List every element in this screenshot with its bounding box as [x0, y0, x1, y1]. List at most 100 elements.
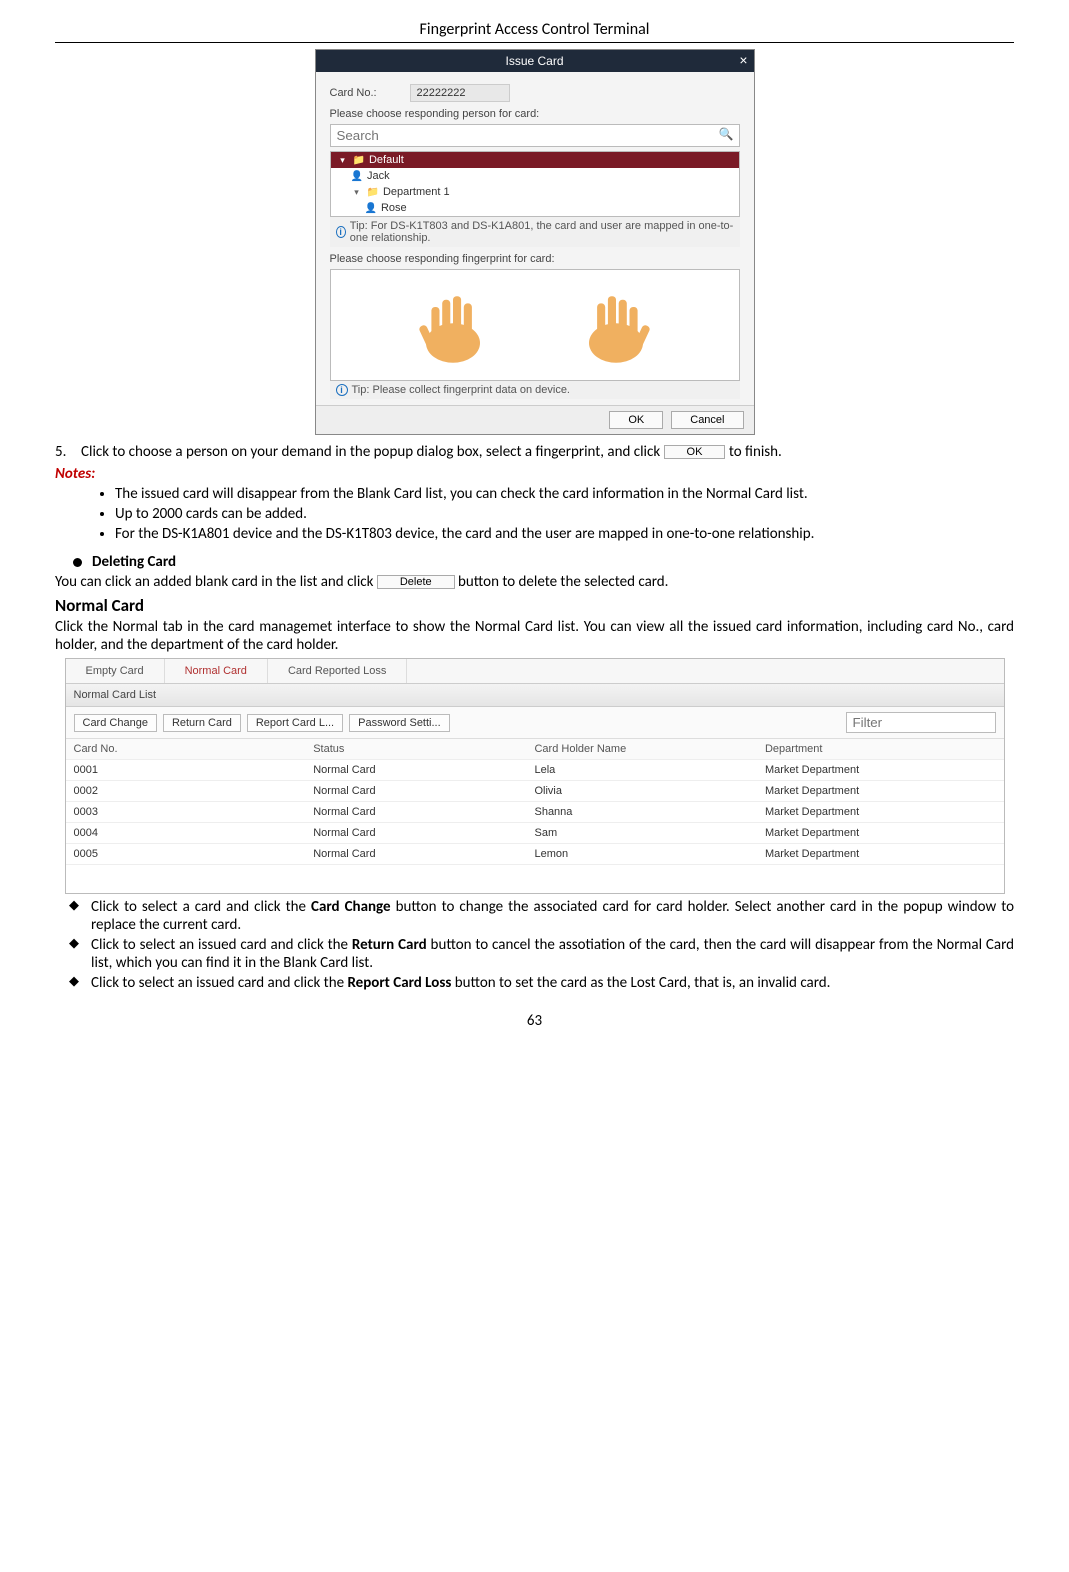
- cardno-value: 22222222: [410, 84, 510, 102]
- filter-input[interactable]: [846, 712, 996, 733]
- left-hand-icon[interactable]: [408, 280, 498, 370]
- page: Fingerprint Access Control Terminal Issu…: [0, 0, 1069, 1050]
- table-row[interactable]: 0003 Normal Card Shanna Market Departmen…: [66, 802, 1004, 823]
- tree-node-default[interactable]: ▾ Default: [331, 152, 739, 168]
- list-item: Up to 2000 cards can be added.: [115, 505, 1014, 523]
- report-card-loss-button[interactable]: Report Card L...: [247, 714, 343, 732]
- info-icon: i: [336, 384, 348, 396]
- col-card-no: Card No.: [74, 743, 314, 755]
- tip-text: Tip: Please collect fingerprint data on …: [352, 384, 571, 396]
- normal-card-para: Click the Normal tab in the card managem…: [55, 618, 1014, 654]
- cell: Market Department: [765, 848, 996, 860]
- folder-icon: [353, 154, 365, 166]
- tree-node-jack[interactable]: Jack: [331, 168, 739, 184]
- para-text: button to delete the selected card.: [455, 573, 669, 591]
- cell: Olivia: [534, 785, 765, 797]
- tree-node-dept1[interactable]: ▾ Department 1: [331, 184, 739, 200]
- table-toolbar: Card Change Return Card Report Card L...…: [66, 707, 1004, 739]
- text: Click to select a card and click the: [91, 898, 311, 916]
- choose-fp-label: Please choose responding fingerprint for…: [330, 253, 740, 265]
- table-blank-space: [66, 865, 1004, 893]
- col-holder: Card Holder Name: [534, 743, 765, 755]
- cell: Market Department: [765, 764, 996, 776]
- bullet-icon: [73, 558, 82, 567]
- notes-list: The issued card will disappear from the …: [55, 485, 1014, 543]
- tree-label: Rose: [381, 202, 407, 214]
- tab-reported-loss[interactable]: Card Reported Loss: [268, 659, 407, 683]
- cell: 0005: [74, 848, 314, 860]
- info-icon: i: [336, 226, 346, 238]
- bold: Card Change: [311, 898, 391, 916]
- cell: Market Department: [765, 785, 996, 797]
- text: Click to select an issued card and click…: [91, 974, 347, 992]
- cell: Market Department: [765, 806, 996, 818]
- collapse-icon[interactable]: ▾: [351, 187, 363, 198]
- cell: Normal Card: [313, 764, 534, 776]
- choose-person-label: Please choose responding person for card…: [330, 108, 740, 120]
- search-input[interactable]: [330, 124, 740, 147]
- table-row[interactable]: 0005 Normal Card Lemon Market Department: [66, 844, 1004, 865]
- cell: Normal Card: [313, 785, 534, 797]
- tree-label: Department 1: [383, 186, 450, 198]
- tab-normal-card[interactable]: Normal Card: [165, 659, 268, 683]
- cell: 0004: [74, 827, 314, 839]
- right-hand-icon[interactable]: [571, 280, 661, 370]
- cell: Sam: [534, 827, 765, 839]
- normal-card-table-figure: Empty Card Normal Card Card Reported Los…: [65, 658, 1005, 894]
- text: Click to select an issued card and click…: [91, 936, 352, 954]
- ok-button[interactable]: OK: [609, 411, 663, 429]
- heading-text: Deleting Card: [92, 553, 176, 571]
- col-status: Status: [313, 743, 534, 755]
- card-change-button[interactable]: Card Change: [74, 714, 157, 732]
- normal-card-heading: Normal Card: [55, 595, 1014, 616]
- cell: Normal Card: [313, 848, 534, 860]
- para-text: You can click an added blank card in the…: [55, 573, 377, 591]
- list-item: The issued card will disappear from the …: [115, 485, 1014, 503]
- table-row[interactable]: 0004 Normal Card Sam Market Department: [66, 823, 1004, 844]
- list-item: Click to select an issued card and click…: [91, 936, 1014, 972]
- close-icon[interactable]: ×: [739, 52, 747, 68]
- step-text: Click to choose a person on your demand …: [81, 443, 664, 461]
- card-tabs: Empty Card Normal Card Card Reported Los…: [66, 659, 1004, 684]
- step-5: 5.Click to choose a person on your deman…: [55, 443, 1014, 461]
- dialog-titlebar: Issue Card ×: [316, 50, 754, 72]
- tip-text: Tip: For DS-K1T803 and DS-K1A801, the ca…: [350, 220, 734, 244]
- page-header: Fingerprint Access Control Terminal: [55, 20, 1014, 43]
- table-row[interactable]: 0001 Normal Card Lela Market Department: [66, 760, 1004, 781]
- page-number: 63: [55, 1012, 1014, 1030]
- col-department: Department: [765, 743, 996, 755]
- cell: Lemon: [534, 848, 765, 860]
- collapse-icon[interactable]: ▾: [337, 155, 349, 166]
- cell: Lela: [534, 764, 765, 776]
- password-settings-button[interactable]: Password Setti...: [349, 714, 450, 732]
- tree-node-rose[interactable]: Rose: [331, 200, 739, 216]
- dialog-title: Issue Card: [505, 54, 563, 68]
- cancel-button[interactable]: Cancel: [671, 411, 743, 429]
- list-header: Normal Card List: [66, 684, 1004, 707]
- cell: Normal Card: [313, 806, 534, 818]
- list-item: Click to select an issued card and click…: [91, 974, 1014, 992]
- fingerprint-panel: [330, 269, 740, 381]
- deleting-card-para: You can click an added blank card in the…: [55, 573, 1014, 591]
- diamond-list: Click to select a card and click the Car…: [55, 898, 1014, 992]
- dialog-footer: OK Cancel: [316, 405, 754, 434]
- delete-button-inline: Delete: [377, 575, 455, 589]
- folder-icon: [367, 186, 379, 198]
- return-card-button[interactable]: Return Card: [163, 714, 241, 732]
- deleting-card-heading: Deleting Card: [73, 553, 1014, 571]
- issue-card-dialog: Issue Card × Card No.: 22222222 Please c…: [315, 49, 755, 435]
- dialog-figure: Issue Card × Card No.: 22222222 Please c…: [55, 49, 1014, 435]
- table-row[interactable]: 0002 Normal Card Olivia Market Departmen…: [66, 781, 1004, 802]
- tab-empty-card[interactable]: Empty Card: [66, 659, 165, 683]
- cell: Normal Card: [313, 827, 534, 839]
- cell: Market Department: [765, 827, 996, 839]
- cell: 0002: [74, 785, 314, 797]
- notes-label: Notes:: [55, 465, 1014, 483]
- tip-row: i Tip: Please collect fingerprint data o…: [330, 381, 740, 399]
- person-icon: [351, 170, 363, 182]
- cell: 0001: [74, 764, 314, 776]
- list-item: Click to select a card and click the Car…: [91, 898, 1014, 934]
- cardno-label: Card No.:: [330, 87, 410, 99]
- search-icon[interactable]: 🔍: [719, 127, 734, 141]
- text: button to set the card as the Lost Card,…: [451, 974, 830, 992]
